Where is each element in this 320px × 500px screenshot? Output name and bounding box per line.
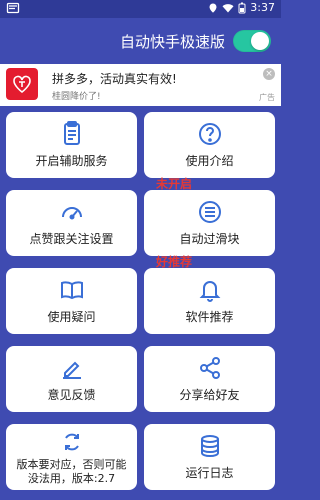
card-label: 点赞跟关注设置 bbox=[29, 232, 114, 246]
top-app-bar: 自动快手极速版 bbox=[0, 18, 281, 64]
bell-icon bbox=[199, 281, 220, 302]
card-label: 开启辅助服务 bbox=[35, 154, 108, 168]
wifi-icon bbox=[222, 3, 234, 12]
refresh-icon bbox=[64, 433, 79, 451]
book-icon bbox=[60, 281, 83, 300]
card-label: 运行日志 bbox=[185, 466, 234, 480]
ad-tag: 广告 bbox=[259, 93, 275, 102]
list-icon bbox=[198, 201, 221, 223]
notification-icon bbox=[6, 2, 20, 14]
share-icon bbox=[199, 357, 220, 379]
card-auto-slider[interactable]: 未开启 自动过滑块 bbox=[144, 177, 275, 256]
card-label: 意见反馈 bbox=[47, 388, 96, 402]
card-usage-guide[interactable]: 使用介绍 bbox=[144, 112, 275, 178]
clipboard-icon bbox=[63, 121, 80, 145]
status-bar: 3:37 bbox=[0, 0, 281, 18]
app-title: 自动快手极速版 bbox=[119, 33, 225, 51]
menu-grid: 开启辅助服务 使用介绍 点赞跟关注设置 未开启 自动过滑块 使用疑问 好推荐 软… bbox=[0, 106, 281, 500]
card-label: 使用介绍 bbox=[185, 154, 234, 168]
master-toggle[interactable] bbox=[233, 30, 271, 52]
question-icon bbox=[198, 123, 221, 145]
ad-title: 拼多多，活动真实有效! bbox=[52, 72, 177, 86]
card-label-line1: 版本要对应，否则可能 bbox=[16, 458, 127, 471]
database-icon bbox=[200, 435, 219, 458]
card-label-line2: 没法用，版本:2.7 bbox=[27, 472, 116, 485]
card-label: 分享给好友 bbox=[179, 388, 240, 402]
battery-icon bbox=[238, 2, 246, 13]
status-time: 3:37 bbox=[250, 1, 275, 14]
card-label: 使用疑问 bbox=[47, 310, 96, 324]
location-icon bbox=[209, 2, 217, 13]
ad-banner[interactable]: 拼多多，活动真实有效! 桂圆降价了! × 广告 bbox=[0, 64, 281, 107]
status-icons: 3:37 bbox=[208, 1, 275, 14]
status-badge: 好推荐 bbox=[156, 255, 193, 269]
status-badge: 未开启 bbox=[156, 177, 193, 191]
card-software-recommend[interactable]: 好推荐 软件推荐 bbox=[144, 255, 275, 334]
card-label: 自动过滑块 bbox=[179, 232, 240, 246]
card-run-log[interactable]: 运行日志 bbox=[144, 424, 275, 490]
ad-logo-icon bbox=[6, 68, 38, 100]
ad-subtitle: 桂圆降价了! bbox=[52, 92, 101, 102]
card-version-note[interactable]: 版本要对应，否则可能 没法用，版本:2.7 bbox=[6, 424, 137, 490]
speedometer-icon bbox=[61, 207, 82, 220]
card-feedback[interactable]: 意见反馈 bbox=[6, 346, 137, 412]
card-faq[interactable]: 使用疑问 bbox=[6, 268, 137, 334]
card-accessibility-service[interactable]: 开启辅助服务 bbox=[6, 112, 137, 178]
pen-icon bbox=[62, 361, 81, 379]
card-label: 软件推荐 bbox=[185, 310, 234, 324]
card-label: 版本要对应，否则可能 没法用，版本:2.7 bbox=[6, 458, 137, 486]
card-like-follow-settings[interactable]: 点赞跟关注设置 bbox=[6, 190, 137, 256]
ad-close-button[interactable]: × bbox=[263, 68, 275, 80]
card-share[interactable]: 分享给好友 bbox=[144, 346, 275, 412]
toggle-knob bbox=[251, 32, 269, 50]
